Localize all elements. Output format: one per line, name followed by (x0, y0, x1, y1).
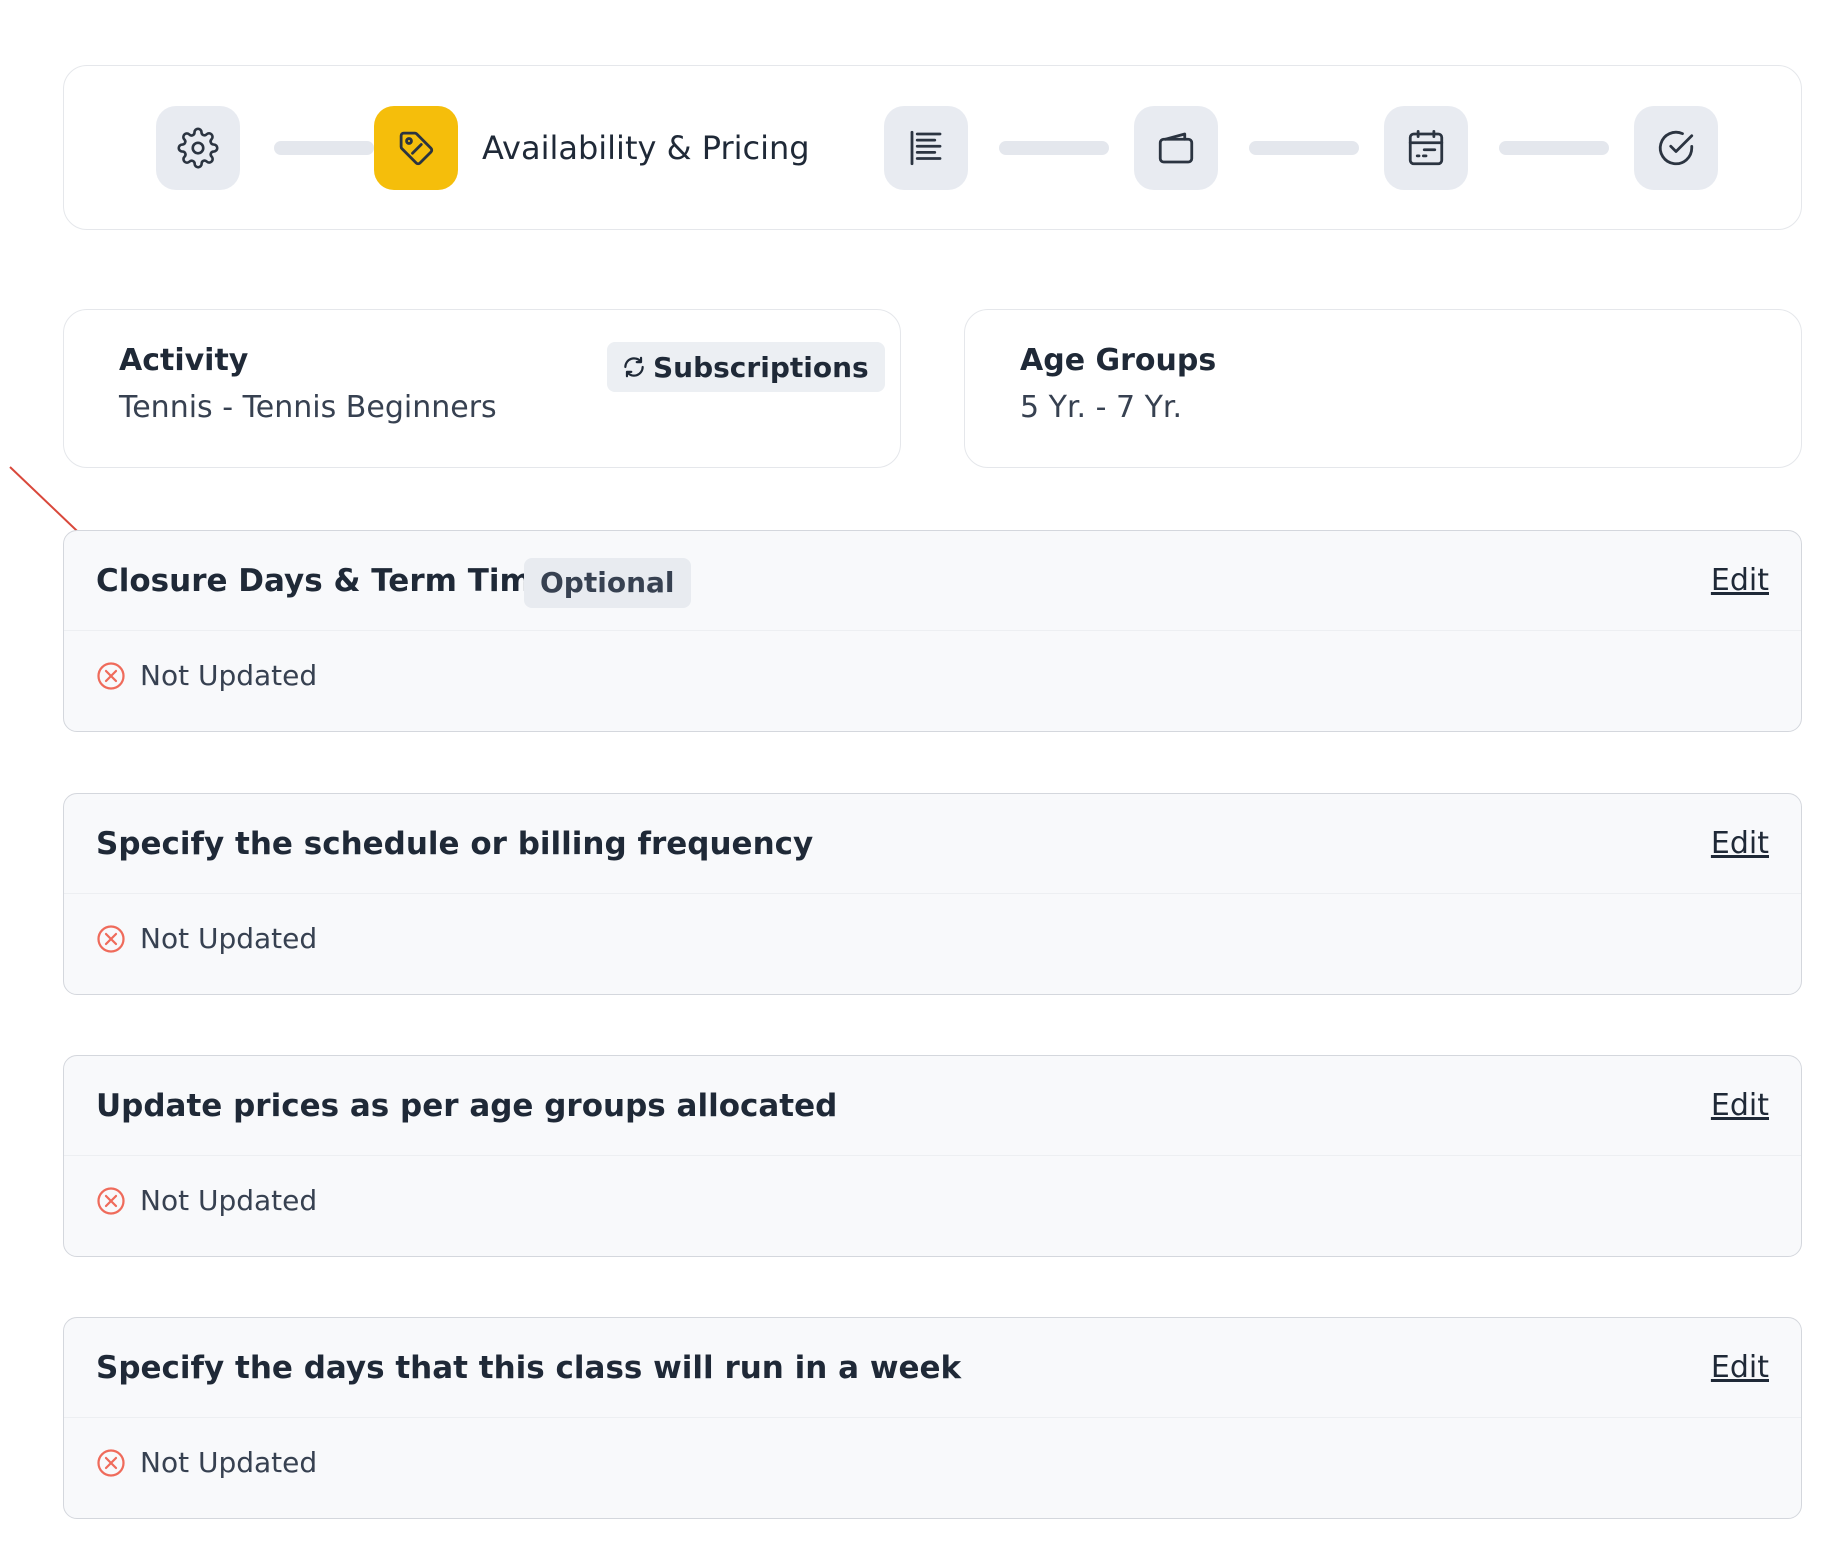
step-connector (999, 141, 1109, 155)
step-schedule[interactable] (1384, 106, 1468, 190)
step-availability-pricing[interactable] (374, 106, 458, 190)
section-title: Specify the days that this class will ru… (96, 1350, 962, 1386)
optional-badge: Optional (524, 558, 691, 608)
status-not-updated: Not Updated (96, 1184, 317, 1217)
status-not-updated: Not Updated (96, 922, 317, 955)
list-icon (910, 130, 942, 166)
section-header: Specify the days that this class will ru… (64, 1318, 1801, 1418)
status-text: Not Updated (140, 659, 318, 692)
age-groups-card: Age Groups 5 Yr. - 7 Yr. (964, 309, 1802, 468)
section-title: Specify the schedule or billing frequenc… (96, 826, 814, 862)
edit-class-days-link[interactable]: Edit (1711, 1346, 1769, 1390)
section-closure-days: Closure Days & Term Time Optional Edit N… (63, 530, 1802, 732)
section-billing-frequency: Specify the schedule or billing frequenc… (63, 793, 1802, 995)
step-connector (1499, 141, 1609, 155)
section-title: Closure Days & Term Time (96, 563, 553, 599)
price-tag-icon (399, 131, 434, 166)
x-circle-icon (97, 1186, 125, 1215)
section-header: Update prices as per age groups allocate… (64, 1056, 1801, 1156)
status-text: Not Updated (140, 1446, 318, 1479)
section-class-days: Specify the days that this class will ru… (63, 1317, 1802, 1519)
step-review[interactable] (1634, 106, 1718, 190)
status-not-updated: Not Updated (96, 1446, 317, 1479)
age-groups-value: 5 Yr. - 7 Yr. (1020, 390, 1183, 425)
section-title: Update prices as per age groups allocate… (96, 1088, 838, 1124)
wallet-icon (1158, 132, 1194, 164)
activity-value: Tennis - Tennis Beginners (119, 390, 497, 425)
activity-label: Activity (119, 343, 249, 378)
activity-card: Activity Tennis - Tennis Beginners Subsc… (63, 309, 901, 468)
x-circle-icon (97, 924, 125, 953)
edit-closure-days-link[interactable]: Edit (1711, 559, 1769, 603)
progress-stepper: Availability & Pricing (63, 65, 1802, 230)
step-payment[interactable] (1134, 106, 1218, 190)
edit-billing-frequency-link[interactable]: Edit (1711, 822, 1769, 866)
step-general[interactable] (156, 106, 240, 190)
x-circle-icon (97, 1448, 125, 1477)
subscriptions-label: Subscriptions (653, 350, 869, 384)
x-circle-icon (97, 661, 125, 690)
step-details[interactable] (884, 106, 968, 190)
step-connector (1249, 141, 1359, 155)
active-step-label: Availability & Pricing (482, 129, 810, 167)
section-header: Closure Days & Term Time Optional Edit (64, 531, 1801, 631)
section-age-group-prices: Update prices as per age groups allocate… (63, 1055, 1802, 1257)
calendar-icon (1408, 129, 1444, 166)
section-header: Specify the schedule or billing frequenc… (64, 794, 1801, 894)
subscriptions-badge: Subscriptions (607, 342, 885, 392)
step-connector (274, 141, 374, 155)
status-text: Not Updated (140, 1184, 318, 1217)
refresh-icon (624, 356, 644, 378)
edit-age-group-prices-link[interactable]: Edit (1711, 1084, 1769, 1128)
check-circle-icon (1658, 130, 1694, 166)
gear-icon (177, 127, 219, 169)
age-groups-label: Age Groups (1020, 343, 1217, 378)
status-text: Not Updated (140, 922, 318, 955)
status-not-updated: Not Updated (96, 659, 317, 692)
